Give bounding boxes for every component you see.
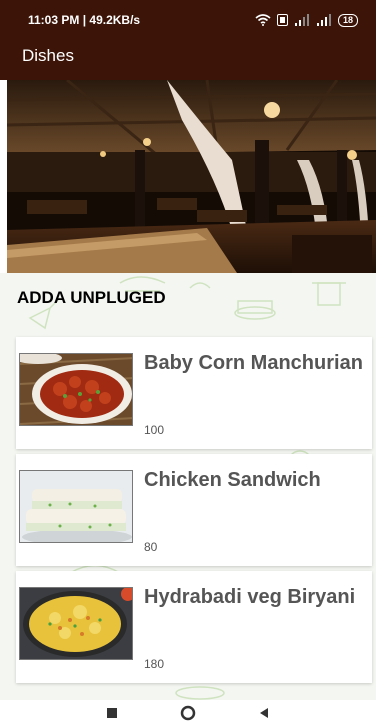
status-bar: 11:03 PM | 49.2KB/s 18	[0, 0, 376, 40]
dish-card[interactable]: Baby Corn Manchurian 100	[16, 337, 372, 449]
back-triangle-icon	[260, 708, 268, 718]
dish-name: Hydrabadi veg Biryani	[144, 586, 356, 608]
dish-card[interactable]: Chicken Sandwich 80	[16, 454, 372, 566]
battery-icon: 18	[337, 13, 358, 27]
recents-button[interactable]	[106, 707, 118, 719]
status-icons: 18	[255, 13, 358, 27]
dish-image-baby-corn-manchurian	[19, 353, 133, 426]
back-button[interactable]	[258, 707, 270, 719]
wifi-icon	[255, 14, 271, 26]
app-bar: Dishes	[0, 40, 376, 80]
signal-icon	[294, 14, 309, 26]
system-nav-bar	[0, 700, 376, 726]
home-button[interactable]	[180, 705, 196, 721]
dish-name: Baby Corn Manchurian	[144, 352, 363, 374]
battery-level: 18	[342, 14, 353, 25]
dish-price: 100	[144, 423, 165, 437]
dish-image-hydrabadi-veg-biryani	[19, 587, 133, 660]
page-title: Dishes	[22, 46, 74, 65]
restaurant-name: ADDA UNPLUGED	[17, 288, 166, 307]
status-time-speed: 11:03 PM | 49.2KB/s	[28, 13, 141, 27]
dish-name: Chicken Sandwich	[144, 469, 321, 491]
dish-card[interactable]: Hydrabadi veg Biryani 180	[16, 571, 372, 683]
dish-image-chicken-sandwich	[19, 470, 133, 543]
dish-price: 180	[144, 657, 165, 671]
dish-price: 80	[144, 540, 158, 554]
recents-square-icon	[107, 708, 117, 718]
home-circle-icon	[180, 705, 196, 721]
signal-icon	[316, 14, 331, 26]
restaurant-hero-image	[7, 80, 376, 273]
sim-icon	[276, 14, 288, 26]
dish-list-area[interactable]: ADDA UNPLUGED Baby Corn Manchurian 100 C…	[0, 273, 376, 700]
